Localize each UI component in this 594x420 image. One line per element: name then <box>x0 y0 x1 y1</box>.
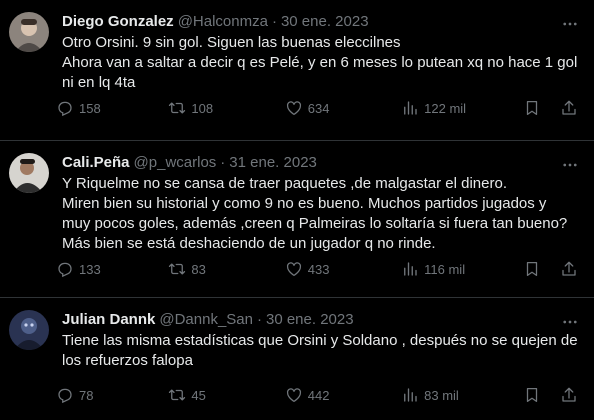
retweet-icon <box>169 263 186 275</box>
share-icon <box>562 100 576 115</box>
author-handle[interactable]: @Halconmza <box>178 12 268 32</box>
avatar[interactable] <box>9 153 49 193</box>
author-name[interactable]: Diego Gonzalez <box>62 12 174 32</box>
tweet-text: Tiene las misma estadísticas que Orsini … <box>62 332 578 369</box>
share-icon <box>562 387 576 402</box>
tweet-header: Cali.Peña @p_wcarlos · 31 ene. 2023 <box>62 153 578 173</box>
share-button[interactable] <box>560 386 580 404</box>
retweet-button[interactable]: 108 <box>168 99 284 117</box>
share-button[interactable] <box>560 260 580 278</box>
retweet-icon <box>169 389 186 401</box>
bookmark-button[interactable] <box>523 260 543 278</box>
tweet-date[interactable]: 30 ene. 2023 <box>266 310 354 330</box>
tweet-text: Otro Orsini. 9 sin gol. Siguen las buena… <box>62 34 578 91</box>
bookmark-button[interactable] <box>523 386 543 404</box>
retweet-icon <box>169 102 186 114</box>
reply-button[interactable]: 133 <box>56 260 168 278</box>
separator-dot: · <box>256 311 262 328</box>
reply-button[interactable]: 158 <box>56 99 168 117</box>
bookmark-icon <box>526 261 537 277</box>
author-name[interactable]: Cali.Peña <box>62 153 130 173</box>
bookmark-button[interactable] <box>523 99 543 117</box>
bookmark-icon <box>526 100 537 116</box>
tweet-actions: 158 108 634 122 mil <box>56 98 580 118</box>
view-count: 122 mil <box>424 100 467 116</box>
tweet-actions: 133 83 433 116 mil <box>56 259 580 279</box>
retweet-button[interactable]: 45 <box>168 386 284 404</box>
avatar[interactable] <box>9 310 49 350</box>
reply-icon <box>58 101 72 117</box>
views-chart-icon <box>404 388 417 402</box>
more-horizontal-icon[interactable] <box>560 14 580 34</box>
tweet-actions: 78 45 442 83 mil <box>56 385 580 405</box>
views-button[interactable]: 83 mil <box>401 386 514 404</box>
bookmark-icon <box>526 387 537 403</box>
views-button[interactable]: 116 mil <box>401 260 514 278</box>
tweet-date[interactable]: 31 ene. 2023 <box>229 153 317 173</box>
retweet-count: 45 <box>191 387 206 403</box>
reply-icon <box>58 262 72 278</box>
like-button[interactable]: 433 <box>285 260 401 278</box>
tweet[interactable]: Cali.Peña @p_wcarlos · 31 ene. 2023 Y Ri… <box>0 141 594 298</box>
author-name[interactable]: Julian Dannk <box>62 310 155 330</box>
share-icon <box>562 261 576 276</box>
separator-dot: · <box>220 154 226 171</box>
view-count: 83 mil <box>424 387 459 403</box>
tweet-text: Y Riquelme no se cansa de traer paquetes… <box>62 175 568 252</box>
like-count: 433 <box>307 261 330 277</box>
views-chart-icon <box>404 262 417 276</box>
like-button[interactable]: 634 <box>285 99 401 117</box>
like-button[interactable]: 442 <box>285 386 401 404</box>
separator-dot: · <box>271 13 277 30</box>
view-count: 116 mil <box>424 261 466 277</box>
retweet-count: 108 <box>191 100 214 116</box>
reply-button[interactable]: 78 <box>56 386 168 404</box>
heart-icon <box>286 388 301 403</box>
heart-icon <box>286 262 301 277</box>
reply-count: 133 <box>79 261 101 277</box>
avatar[interactable] <box>9 12 49 52</box>
share-button[interactable] <box>560 99 580 117</box>
heart-icon <box>286 101 301 116</box>
tweet-header: Diego Gonzalez @Halconmza · 30 ene. 2023 <box>62 12 578 32</box>
author-handle[interactable]: @Dannk_San <box>159 310 253 330</box>
views-chart-icon <box>404 101 417 115</box>
more-horizontal-icon[interactable] <box>560 155 580 175</box>
author-handle[interactable]: @p_wcarlos <box>134 153 217 173</box>
tweet-date[interactable]: 30 ene. 2023 <box>281 12 369 32</box>
like-count: 634 <box>307 100 330 116</box>
views-button[interactable]: 122 mil <box>401 99 514 117</box>
reply-count: 78 <box>79 387 94 403</box>
retweet-count: 83 <box>191 261 206 277</box>
retweet-button[interactable]: 83 <box>168 260 284 278</box>
reply-icon <box>58 388 72 404</box>
reply-count: 158 <box>79 100 101 116</box>
tweet[interactable]: Julian Dannk @Dannk_San · 30 ene. 2023 T… <box>0 298 594 420</box>
like-count: 442 <box>307 387 330 403</box>
tweet[interactable]: Diego Gonzalez @Halconmza · 30 ene. 2023… <box>0 0 594 141</box>
timeline: Diego Gonzalez @Halconmza · 30 ene. 2023… <box>0 0 594 420</box>
more-horizontal-icon[interactable] <box>560 312 580 332</box>
tweet-header: Julian Dannk @Dannk_San · 30 ene. 2023 <box>62 310 578 330</box>
